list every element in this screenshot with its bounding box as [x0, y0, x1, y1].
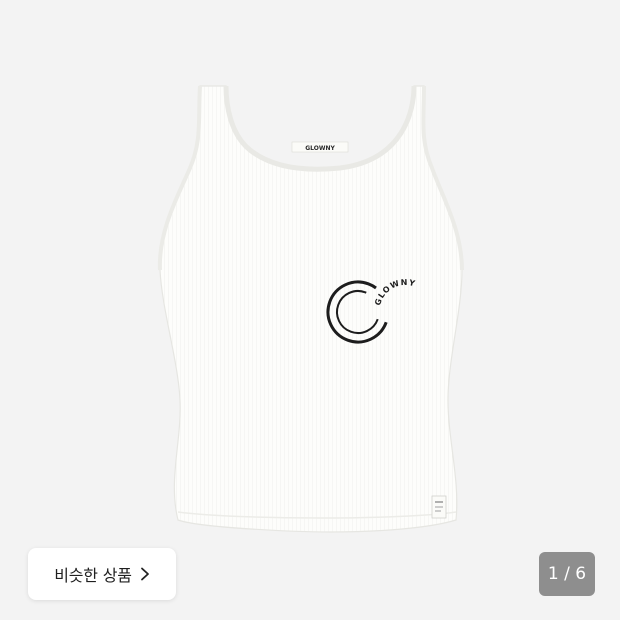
chevron-right-icon [140, 567, 149, 581]
neck-label: GLOWNY [291, 141, 349, 153]
hem-patch-label [431, 495, 447, 519]
similar-products-button[interactable]: 비슷한 상품 [28, 548, 176, 600]
svg-text:GLOWNY: GLOWNY [305, 145, 335, 152]
product-image: GLOWNY GLOWNY [157, 85, 464, 533]
tank-top-body [159, 85, 463, 533]
product-image-viewer[interactable]: GLOWNY GLOWNY 비슷한 상품 1 / 6 [0, 0, 620, 620]
image-counter: 1 / 6 [539, 552, 595, 596]
similar-products-label: 비슷한 상품 [54, 566, 132, 585]
